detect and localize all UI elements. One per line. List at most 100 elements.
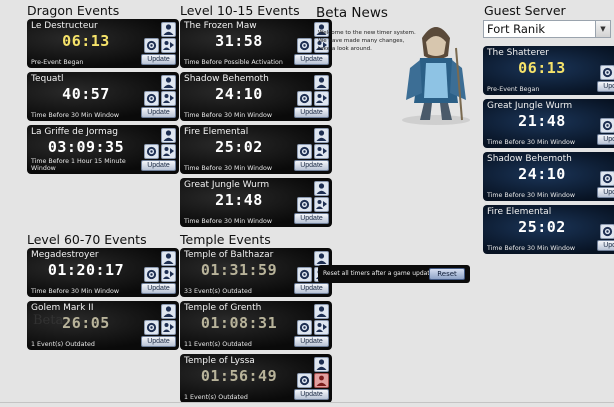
update-button[interactable]: Update: [294, 107, 329, 118]
update-button[interactable]: Update: [294, 336, 329, 347]
event-card-la-griffe-de-jormag: La Griffe de Jormag 03:09:35 Time Before…: [27, 125, 179, 174]
gear-icon[interactable]: [144, 144, 159, 159]
gear-icon[interactable]: [144, 38, 159, 53]
update-button[interactable]: Update: [141, 283, 176, 294]
event-card-tequatl: Tequatl 40:57 Time Before 30 Min Window …: [27, 72, 179, 121]
alert-icon[interactable]: [314, 373, 329, 388]
event-status: 33 Event(s) Outdated: [184, 288, 252, 295]
gear-icon[interactable]: [144, 320, 159, 335]
update-button[interactable]: Update: [294, 160, 329, 171]
swap-icon[interactable]: [161, 320, 176, 335]
event-card-the-frozen-maw: The Frozen Maw 31:58 Time Before Possibl…: [180, 19, 332, 68]
event-name: Temple of Lyssa: [184, 356, 255, 366]
event-timer: 01:08:31: [200, 314, 278, 332]
event-name: Tequatl: [31, 74, 64, 84]
event-name: The Shatterer: [487, 48, 549, 58]
reset-button[interactable]: Reset: [429, 268, 465, 280]
swap-icon[interactable]: [314, 320, 329, 335]
update-button[interactable]: Update: [141, 54, 176, 65]
event-status: Time Before 1 Hour 15 Minute Window: [31, 158, 126, 172]
event-status: Time Before Possible Activation: [184, 59, 283, 66]
gear-icon[interactable]: [297, 320, 312, 335]
event-timer: 25:02: [215, 138, 263, 156]
event-name: The Frozen Maw: [184, 21, 257, 31]
event-status: Time Before 30 Min Window: [184, 165, 273, 172]
event-timer: 24:10: [518, 165, 566, 183]
person-icon[interactable]: [314, 251, 329, 266]
event-name: Megadestroyer: [31, 250, 99, 260]
level-10-15-column: Level 10-15 Events The Frozen Maw 31:58 …: [180, 0, 332, 231]
gear-icon[interactable]: [297, 373, 312, 388]
gear-icon[interactable]: [297, 267, 312, 282]
update-button[interactable]: Update: [141, 336, 176, 347]
event-status: Pre-Event Began: [31, 59, 84, 66]
update-button[interactable]: Update: [597, 187, 614, 198]
event-status: Time Before 30 Min Window: [487, 192, 576, 199]
person-icon[interactable]: [161, 251, 176, 266]
event-status: 1 Event(s) Outdated: [31, 341, 95, 348]
gear-icon[interactable]: [600, 118, 614, 133]
event-name: Shadow Behemoth: [184, 74, 269, 84]
event-timer: 21:48: [518, 112, 566, 130]
event-timer: 25:02: [518, 218, 566, 236]
guest-server-title: Guest Server: [484, 3, 566, 18]
gear-icon[interactable]: [144, 91, 159, 106]
event-name: Great Jungle Wurm: [184, 180, 270, 190]
person-icon[interactable]: [314, 304, 329, 319]
gear-icon[interactable]: [600, 224, 614, 239]
event-name: Fire Elemental: [184, 127, 249, 137]
update-button[interactable]: Update: [141, 160, 176, 171]
event-card-shadow-behemoth: Shadow Behemoth 24:10 Time Before 30 Min…: [483, 152, 614, 201]
event-status: Time Before 30 Min Window: [184, 112, 273, 119]
update-button[interactable]: Update: [294, 54, 329, 65]
section-title-dragon: Dragon Events: [27, 3, 120, 18]
event-timer: 01:31:59: [200, 261, 278, 279]
gear-icon[interactable]: [144, 267, 159, 282]
event-name: Golem Mark II: [31, 303, 94, 313]
person-icon[interactable]: [161, 75, 176, 90]
guest-server-events: The Shatterer 06:13 Pre-Event Began Upda…: [483, 46, 614, 258]
gear-icon[interactable]: [600, 171, 614, 186]
gear-icon[interactable]: [297, 197, 312, 212]
event-timer: 21:48: [215, 191, 263, 209]
event-status: Time Before 30 Min Window: [487, 139, 576, 146]
section-title-level-10-15: Level 10-15 Events: [180, 3, 300, 18]
person-icon[interactable]: [314, 128, 329, 143]
gear-icon[interactable]: [297, 38, 312, 53]
event-card-megadestroyer: Megadestroyer 01:20:17 Time Before 30 Mi…: [27, 248, 179, 297]
event-card-le-destructeur: Le Destructeur 06:13 Pre-Event Began Upd…: [27, 19, 179, 68]
update-button[interactable]: Update: [294, 283, 329, 294]
update-button[interactable]: Update: [294, 389, 329, 400]
update-button[interactable]: Update: [597, 240, 614, 251]
swap-icon[interactable]: [314, 91, 329, 106]
person-icon[interactable]: [161, 22, 176, 37]
person-icon[interactable]: [161, 304, 176, 319]
event-card-fire-elemental: Fire Elemental 25:02 Time Before 30 Min …: [483, 205, 614, 254]
gear-icon[interactable]: [297, 144, 312, 159]
server-select[interactable]: Fort Ranik ▼: [483, 20, 611, 38]
swap-icon[interactable]: [314, 197, 329, 212]
update-button[interactable]: Update: [294, 213, 329, 224]
person-icon[interactable]: [314, 181, 329, 196]
gear-icon[interactable]: [297, 91, 312, 106]
event-timer: 26:05: [62, 314, 110, 332]
swap-icon[interactable]: [161, 144, 176, 159]
swap-icon[interactable]: [161, 267, 176, 282]
person-icon[interactable]: [314, 357, 329, 372]
server-select-value: Fort Ranik: [487, 22, 546, 36]
swap-icon[interactable]: [161, 91, 176, 106]
event-card-great-jungle-wurm: Great Jungle Wurm 21:48 Time Before 30 M…: [483, 99, 614, 148]
person-icon[interactable]: [161, 128, 176, 143]
event-card-temple-of-lyssa: Temple of Lyssa 01:56:49 1 Event(s) Outd…: [180, 354, 332, 403]
swap-icon[interactable]: [161, 38, 176, 53]
update-button[interactable]: Update: [597, 81, 614, 92]
update-button[interactable]: Update: [141, 107, 176, 118]
swap-icon[interactable]: [314, 144, 329, 159]
update-button[interactable]: Update: [597, 134, 614, 145]
person-icon[interactable]: [314, 75, 329, 90]
chevron-down-icon[interactable]: ▼: [595, 21, 610, 37]
event-card-great-jungle-wurm: Great Jungle Wurm 21:48 Time Before 30 M…: [180, 178, 332, 227]
event-timer: 01:20:17: [47, 261, 125, 279]
gear-icon[interactable]: [600, 65, 614, 80]
news-title: Beta News: [316, 5, 388, 21]
